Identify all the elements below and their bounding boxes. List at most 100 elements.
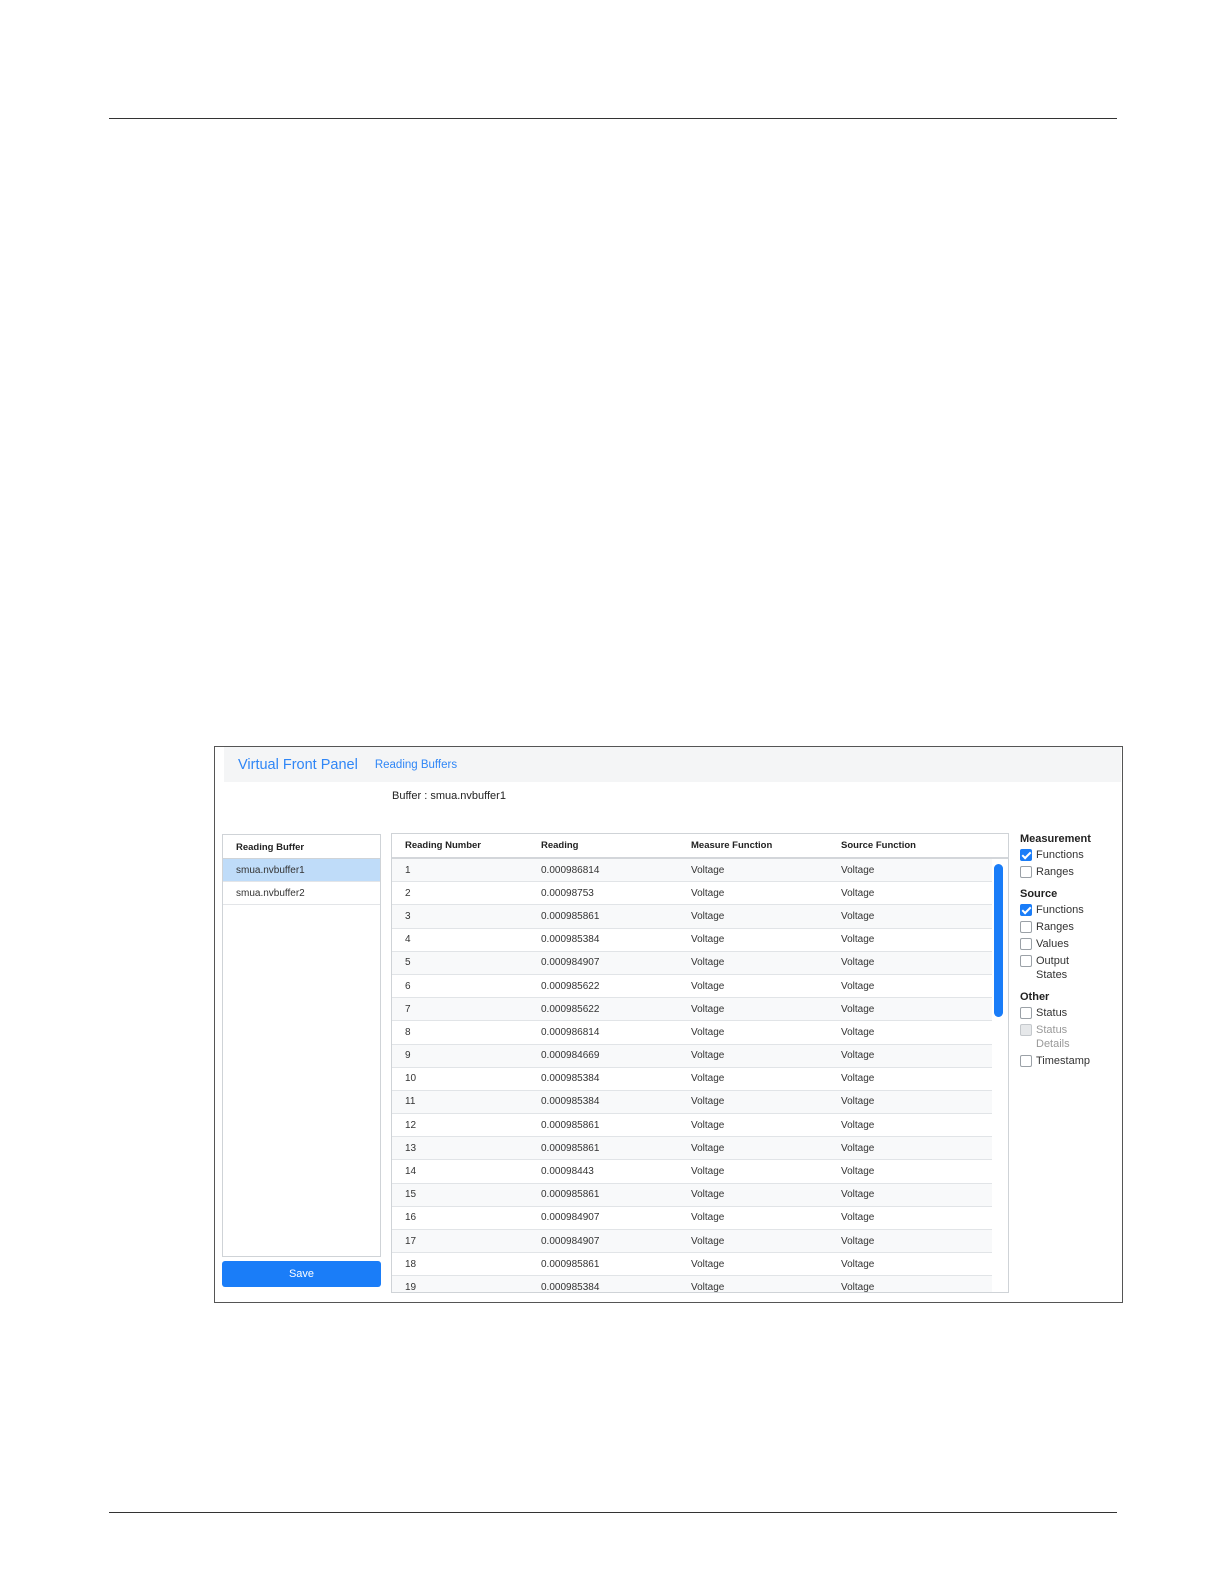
table-row[interactable]: 4 0.000985384 Voltage Voltage xyxy=(392,929,992,952)
checkbox-label: Functions xyxy=(1036,904,1084,916)
table-row[interactable]: 14 0.00098443 Voltage Voltage xyxy=(392,1160,992,1184)
cell-source-function: Voltage xyxy=(841,1258,875,1270)
source-option-functions[interactable]: Functions xyxy=(1020,903,1120,917)
table-row[interactable]: 2 0.00098753 Voltage Voltage xyxy=(392,882,992,906)
source-option-values[interactable]: Values xyxy=(1020,937,1120,951)
table-row[interactable]: 9 0.000984669 Voltage Voltage xyxy=(392,1044,992,1068)
table-row[interactable]: 17 0.000984907 Voltage Voltage xyxy=(392,1230,992,1254)
brand-link[interactable]: Virtual Front Panel xyxy=(238,757,358,773)
cell-reading: 0.000985861 xyxy=(541,1189,600,1201)
table-row[interactable]: 15 0.000985861 Voltage Voltage xyxy=(392,1183,992,1207)
cell-reading: 0.000985622 xyxy=(541,980,600,992)
cell-source-function: Voltage xyxy=(841,1026,875,1038)
buffer-item-nvbuffer1[interactable]: smua.nvbuffer1 xyxy=(223,859,380,882)
measurement-section-title: Measurement xyxy=(1020,833,1091,845)
column-header-measure-function[interactable]: Measure Function xyxy=(691,840,841,851)
table-row[interactable]: 1 0.000986814 Voltage Voltage xyxy=(392,859,992,883)
other-option-status-details: Status Details xyxy=(1020,1023,1120,1051)
checkbox[interactable] xyxy=(1020,849,1032,861)
table-row[interactable]: 5 0.000984907 Voltage Voltage xyxy=(392,951,992,975)
checkbox[interactable] xyxy=(1020,938,1032,950)
table-scrollbar[interactable] xyxy=(994,864,1003,1017)
measurement-option-functions[interactable]: Functions xyxy=(1020,848,1120,862)
cell-reading: 0.000984907 xyxy=(541,957,600,969)
table-row[interactable]: 12 0.000985861 Voltage Voltage xyxy=(392,1114,992,1138)
column-header-reading[interactable]: Reading xyxy=(541,840,691,851)
other-option-status[interactable]: Status xyxy=(1020,1006,1120,1020)
cell-measure-function: Voltage xyxy=(691,1003,725,1015)
cell-measure-function: Voltage xyxy=(691,1119,725,1131)
cell-measure-function: Voltage xyxy=(691,980,725,992)
cell-measure-function: Voltage xyxy=(691,1212,725,1224)
cell-reading: 0.00098753 xyxy=(541,887,594,899)
buffer-item-nvbuffer2[interactable]: smua.nvbuffer2 xyxy=(223,882,380,905)
cell-reading-number: 11 xyxy=(405,1096,416,1108)
cell-reading-number: 15 xyxy=(405,1189,417,1201)
source-option-ranges[interactable]: Ranges xyxy=(1020,920,1120,934)
cell-measure-function: Voltage xyxy=(691,1073,725,1085)
checkbox[interactable] xyxy=(1020,1007,1032,1019)
cell-source-function: Voltage xyxy=(841,1119,875,1131)
cell-reading-number: 19 xyxy=(405,1281,417,1293)
page-bottom-rule xyxy=(109,1512,1117,1513)
measurement-option-ranges[interactable]: Ranges xyxy=(1020,865,1120,879)
table-row[interactable]: 13 0.000985861 Voltage Voltage xyxy=(392,1137,992,1161)
table-row[interactable]: 3 0.000985861 Voltage Voltage xyxy=(392,905,992,929)
other-section-title: Other xyxy=(1020,991,1050,1003)
column-header-source-function[interactable]: Source Function xyxy=(841,840,991,851)
cell-reading-number: 1 xyxy=(405,864,411,876)
table-row[interactable]: 16 0.000984907 Voltage Voltage xyxy=(392,1207,992,1230)
cell-reading: 0.000985384 xyxy=(541,1073,600,1085)
page-top-rule xyxy=(109,118,1117,119)
cell-reading-number: 12 xyxy=(405,1119,417,1131)
checkbox[interactable] xyxy=(1020,921,1032,933)
cell-source-function: Voltage xyxy=(841,1212,875,1224)
table-row[interactable]: 7 0.000985622 Voltage Voltage xyxy=(392,998,992,1022)
table-row[interactable]: 18 0.000985861 Voltage Voltage xyxy=(392,1253,992,1277)
cell-source-function: Voltage xyxy=(841,1003,875,1015)
checkbox[interactable] xyxy=(1020,904,1032,916)
table-row[interactable]: 6 0.000985622 Voltage Voltage xyxy=(392,975,992,999)
checkbox-label: Values xyxy=(1036,938,1069,950)
cell-reading-number: 2 xyxy=(405,887,411,899)
table-row[interactable]: 11 0.000985384 Voltage Voltage xyxy=(392,1090,992,1115)
cell-source-function: Voltage xyxy=(841,910,875,922)
cell-reading-number: 3 xyxy=(405,910,411,922)
cell-measure-function: Voltage xyxy=(691,910,725,922)
checkbox-label: Functions xyxy=(1036,849,1084,861)
source-options: Functions Ranges Values Output States xyxy=(1020,903,1120,982)
cell-source-function: Voltage xyxy=(841,1096,875,1108)
navbar: Virtual Front Panel Reading Buffers xyxy=(224,747,1121,782)
table-row[interactable]: 19 0.000985384 Voltage Voltage xyxy=(392,1276,992,1293)
table-row[interactable]: 8 0.000986814 Voltage Voltage xyxy=(392,1021,992,1045)
checkbox[interactable] xyxy=(1020,1055,1032,1067)
other-option-timestamp[interactable]: Timestamp xyxy=(1020,1054,1120,1068)
checkbox-label: Ranges xyxy=(1036,866,1074,878)
cell-reading: 0.00098443 xyxy=(541,1166,594,1178)
nav-reading-buffers[interactable]: Reading Buffers xyxy=(375,759,457,771)
cell-reading-number: 9 xyxy=(405,1050,411,1062)
cell-reading-number: 7 xyxy=(405,1003,411,1015)
cell-measure-function: Voltage xyxy=(691,864,725,876)
cell-measure-function: Voltage xyxy=(691,1026,725,1038)
cell-source-function: Voltage xyxy=(841,1281,875,1293)
column-options-panel: Measurement Functions Ranges Source Funct… xyxy=(1020,833,1120,1071)
source-option-output-states[interactable]: Output States xyxy=(1020,954,1120,982)
cell-measure-function: Voltage xyxy=(691,1235,725,1247)
cell-measure-function: Voltage xyxy=(691,957,725,969)
table-row[interactable]: 10 0.000985384 Voltage Voltage xyxy=(392,1068,992,1091)
checkbox-label: Status Details xyxy=(1036,1024,1070,1050)
save-button[interactable]: Save xyxy=(222,1261,381,1287)
column-header-reading-number[interactable]: Reading Number xyxy=(392,840,541,851)
reading-buffer-list: Reading Buffer smua.nvbuffer1 smua.nvbuf… xyxy=(222,834,381,1257)
cell-measure-function: Voltage xyxy=(691,1050,725,1062)
cell-source-function: Voltage xyxy=(841,864,875,876)
other-options: Status Status Details Timestamp xyxy=(1020,1006,1120,1068)
source-section-title: Source xyxy=(1020,888,1058,900)
checkbox[interactable] xyxy=(1020,955,1032,967)
reading-buffer-header: Reading Buffer xyxy=(223,835,380,859)
buffer-title: Buffer : smua.nvbuffer1 xyxy=(392,790,506,802)
checkbox[interactable] xyxy=(1020,866,1032,878)
cell-source-function: Voltage xyxy=(841,980,875,992)
cell-reading: 0.000985384 xyxy=(541,934,600,946)
